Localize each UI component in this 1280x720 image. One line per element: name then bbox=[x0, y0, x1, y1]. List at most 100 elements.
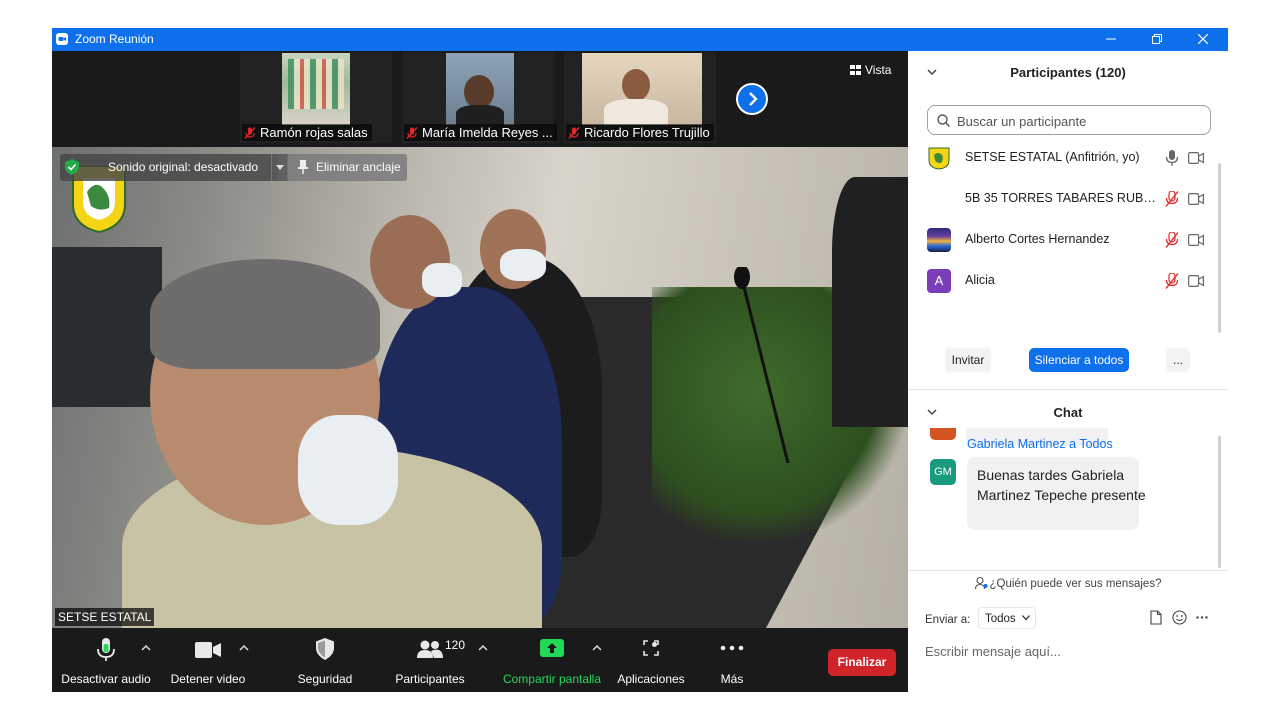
video-feed bbox=[446, 53, 514, 125]
participant-row[interactable]: 5B 35 TORRES TABARES RUBEN ... bbox=[908, 179, 1218, 219]
participants-button[interactable]: 120 Participantes bbox=[392, 628, 468, 692]
who-can-see-link[interactable]: ¿Quién puede ver sus mensajes? bbox=[908, 576, 1228, 590]
participants-icon bbox=[417, 640, 443, 658]
video-options-caret-icon[interactable] bbox=[238, 642, 250, 654]
participant-thumbnail[interactable]: Ramón rojas salas bbox=[240, 53, 392, 143]
participant-name: Alicia bbox=[965, 273, 995, 287]
video-feed bbox=[582, 53, 702, 125]
shield-check-icon bbox=[65, 159, 79, 175]
window-title: Zoom Reunión bbox=[75, 32, 154, 46]
video-camera-icon bbox=[195, 642, 221, 658]
title-bar: Zoom Reunión bbox=[52, 28, 1228, 51]
video-feed bbox=[282, 53, 350, 125]
view-button[interactable]: Vista bbox=[850, 63, 891, 77]
more-dots-icon bbox=[720, 645, 744, 651]
panel-divider bbox=[908, 570, 1228, 571]
unpin-button[interactable]: Eliminar anclaje bbox=[287, 154, 407, 181]
audio-options-caret-icon[interactable] bbox=[140, 642, 152, 654]
thumbnail-name: Ramón rojas salas bbox=[242, 124, 372, 141]
avatar: GM bbox=[930, 459, 956, 485]
sound-options-dropdown[interactable] bbox=[271, 154, 288, 181]
mute-all-button[interactable]: Silenciar a todos bbox=[1029, 348, 1129, 372]
share-screen-icon bbox=[540, 639, 564, 657]
chevron-right-icon bbox=[749, 92, 758, 106]
avatar bbox=[927, 228, 951, 252]
side-panel: Participantes (120) SETSE ESTATAL (Anfit… bbox=[908, 51, 1228, 692]
chevron-down-icon[interactable] bbox=[926, 393, 938, 433]
more-options-button[interactable]: ... bbox=[1166, 348, 1190, 372]
message-sender: Gabriela Martinez a Todos bbox=[967, 437, 1113, 451]
send-to-label: Enviar a: bbox=[925, 614, 971, 626]
thumbnail-name: Ricardo Flores Trujillo bbox=[566, 124, 714, 141]
muted-mic-icon bbox=[568, 127, 580, 139]
muted-mic-icon bbox=[406, 127, 418, 139]
minimize-button[interactable] bbox=[1096, 30, 1126, 48]
muted-mic-icon[interactable] bbox=[1165, 232, 1179, 248]
share-options-caret-icon[interactable] bbox=[591, 642, 603, 654]
original-sound-toggle[interactable]: Sonido original: desactivado bbox=[60, 154, 288, 181]
search-icon bbox=[937, 114, 950, 127]
mask-shape bbox=[500, 249, 546, 281]
gallery-strip: Ramón rojas salas María Imelda Reyes ... bbox=[52, 51, 908, 147]
participant-row[interactable]: A Alicia bbox=[908, 261, 1218, 301]
close-button[interactable] bbox=[1188, 30, 1218, 48]
mute-audio-button[interactable]: Desactivar audio bbox=[58, 628, 154, 692]
participant-name: Alberto Cortes Hernandez bbox=[965, 232, 1110, 246]
chevron-down-icon[interactable] bbox=[926, 53, 938, 93]
stop-video-button[interactable]: Detener video bbox=[166, 628, 250, 692]
participant-name: SETSE ESTATAL (Anfitrión, yo) bbox=[965, 150, 1140, 164]
participants-scrollbar[interactable] bbox=[1218, 163, 1221, 333]
speaker-video: Sonido original: desactivado Eliminar an… bbox=[52, 147, 908, 628]
invite-button[interactable]: Invitar bbox=[945, 348, 991, 372]
speaker-name-label: SETSE ESTATAL bbox=[55, 608, 155, 626]
apps-button[interactable]: Aplicaciones bbox=[612, 628, 690, 692]
zoom-window: Zoom Reunión Ramón rojas salas María Ime… bbox=[52, 28, 1228, 692]
participant-name: 5B 35 TORRES TABARES RUBEN ... bbox=[965, 191, 1163, 205]
meeting-toolbar: Desactivar audio Detener video Seguridad… bbox=[52, 628, 908, 692]
chat-header: Chat bbox=[908, 393, 1228, 433]
chat-title: Chat bbox=[1053, 405, 1083, 420]
recipient-dropdown[interactable]: Todos bbox=[978, 607, 1036, 629]
video-camera-icon[interactable] bbox=[1188, 193, 1204, 205]
previous-avatar bbox=[930, 428, 956, 440]
video-camera-icon[interactable] bbox=[1188, 275, 1204, 287]
share-screen-button[interactable]: Compartir pantalla bbox=[498, 628, 606, 692]
participants-count: 120 bbox=[445, 638, 466, 652]
video-camera-icon[interactable] bbox=[1188, 234, 1204, 246]
participant-thumbnail[interactable]: María Imelda Reyes ... bbox=[402, 53, 557, 143]
next-page-button[interactable] bbox=[736, 83, 768, 115]
chat-scrollbar[interactable] bbox=[1218, 436, 1221, 568]
muted-mic-icon[interactable] bbox=[1165, 273, 1179, 289]
grid-view-icon bbox=[850, 65, 861, 75]
video-area: Ramón rojas salas María Imelda Reyes ... bbox=[52, 51, 908, 692]
shield-icon bbox=[316, 638, 334, 660]
restore-icon bbox=[1152, 34, 1162, 44]
emoji-icon[interactable] bbox=[1172, 610, 1187, 625]
thumbnail-name: María Imelda Reyes ... bbox=[404, 124, 557, 141]
restore-button[interactable] bbox=[1142, 30, 1172, 48]
participants-header: Participantes (120) bbox=[908, 53, 1228, 93]
caret-down-icon bbox=[276, 165, 284, 170]
mask-shape bbox=[422, 263, 462, 297]
pin-icon bbox=[298, 160, 308, 174]
participants-options-caret-icon[interactable] bbox=[477, 642, 489, 654]
participant-row[interactable]: SETSE ESTATAL (Anfitrión, yo) bbox=[908, 138, 1218, 178]
close-icon bbox=[1197, 33, 1209, 45]
more-button[interactable]: Más bbox=[712, 628, 752, 692]
participant-thumbnail[interactable]: Ricardo Flores Trujillo bbox=[564, 53, 716, 143]
person-shape bbox=[832, 177, 908, 427]
chat-message-input[interactable] bbox=[925, 641, 1215, 661]
microphone-icon[interactable] bbox=[1165, 150, 1179, 166]
search-input[interactable] bbox=[955, 110, 1209, 132]
video-camera-icon[interactable] bbox=[1188, 152, 1204, 164]
chevron-down-icon bbox=[1021, 615, 1030, 621]
security-button[interactable]: Seguridad bbox=[290, 628, 360, 692]
muted-mic-icon[interactable] bbox=[1165, 191, 1179, 207]
participant-search[interactable] bbox=[927, 105, 1211, 135]
end-meeting-button[interactable]: Finalizar bbox=[828, 649, 896, 676]
participant-row[interactable]: Alberto Cortes Hernandez bbox=[908, 220, 1218, 260]
more-dots-icon[interactable] bbox=[1196, 616, 1208, 619]
participants-title: Participantes (120) bbox=[1010, 65, 1126, 80]
panel-divider bbox=[908, 389, 1228, 390]
file-icon[interactable] bbox=[1150, 610, 1162, 625]
